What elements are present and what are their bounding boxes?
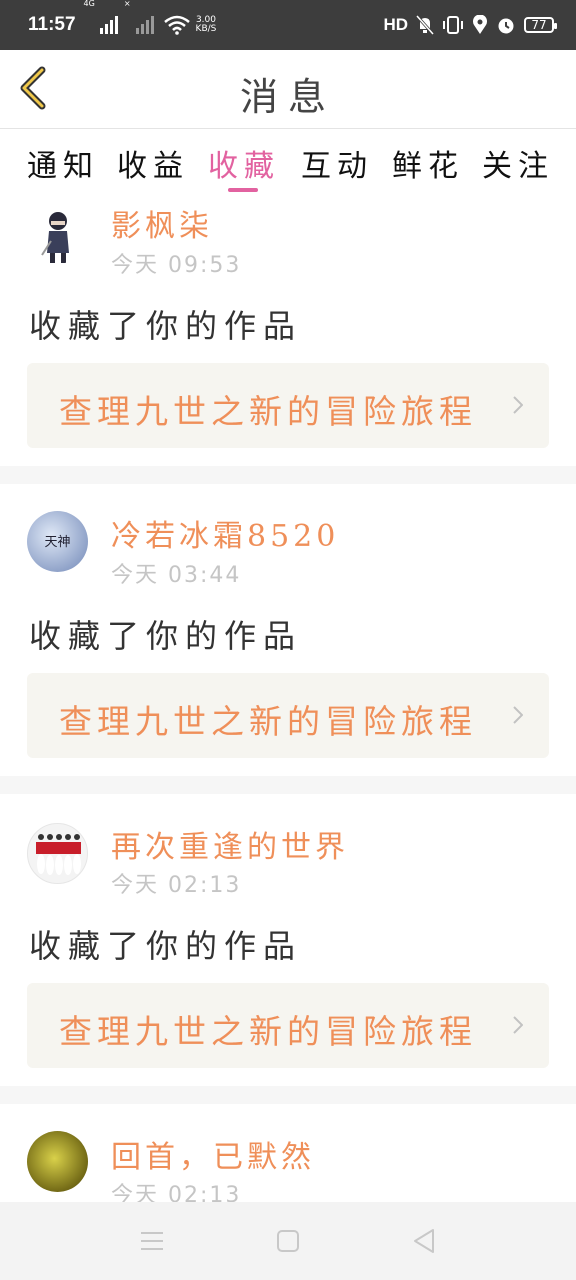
action-text: 收藏了你的作品	[29, 927, 303, 965]
alarm-icon	[498, 18, 514, 34]
hd-label: HD	[383, 15, 408, 34]
status-bar: 11:57 4G × 3.00 KB/S HD 77	[0, 0, 576, 50]
page-title: 消息	[239, 75, 336, 119]
avatar[interactable]: 天神	[27, 511, 88, 572]
app-header: 消息	[0, 50, 576, 129]
timestamp: 今天 03:44	[111, 563, 242, 588]
divider	[0, 1086, 576, 1104]
timestamp: 今天 09:53	[111, 253, 242, 278]
chevron-right-icon	[513, 396, 523, 414]
network-type-label: 4G	[83, 0, 95, 8]
wifi-icon	[163, 15, 190, 35]
work-link[interactable]: 查理九世之新的冒险旅程	[27, 363, 549, 448]
back-triangle-icon[interactable]	[409, 1226, 439, 1256]
action-text: 收藏了你的作品	[29, 307, 303, 345]
network-speed: 3.00 KB/S	[196, 16, 217, 34]
username[interactable]: 影枫柒	[111, 201, 213, 245]
list-item: 天神 冷若冰霜8520 今天 03:44 收藏了你的作品 查理九世之新的冒险旅程	[0, 484, 576, 776]
tab-favorites[interactable]: 收藏	[208, 141, 280, 185]
work-title: 查理九世之新的冒险旅程	[59, 702, 477, 741]
speed-unit: KB/S	[195, 24, 217, 34]
list-item: 再次重逢的世界 今天 02:13 收藏了你的作品 查理九世之新的冒险旅程	[0, 794, 576, 1086]
tab-notifications[interactable]: 通知	[27, 141, 99, 185]
no-data-label: ×	[123, 0, 131, 8]
home-square-icon[interactable]	[273, 1226, 303, 1256]
divider	[0, 776, 576, 794]
avatar-text: 天神	[44, 535, 71, 550]
tab-earnings[interactable]: 收益	[117, 141, 189, 185]
username[interactable]: 回首，已默然	[111, 1132, 315, 1176]
action-text: 收藏了你的作品	[29, 617, 303, 655]
username[interactable]: 冷若冰霜8520	[111, 511, 339, 555]
avatar[interactable]	[27, 203, 88, 264]
mute-bell-icon	[416, 15, 434, 35]
battery-level: 77	[531, 18, 547, 32]
chevron-right-icon	[513, 706, 523, 724]
tab-interactions[interactable]: 互动	[301, 141, 373, 185]
tab-following[interactable]: 关注	[482, 141, 554, 185]
list-item: 影枫柒 今天 09:53 收藏了你的作品 查理九世之新的冒险旅程	[0, 195, 576, 465]
avatar[interactable]	[27, 823, 88, 884]
clock: 11:57	[28, 14, 76, 35]
tab-bar: 通知 收益 收藏 互动 鲜花 关注	[0, 129, 576, 195]
timestamp: 今天 02:13	[111, 873, 242, 898]
battery-icon: 77	[524, 17, 557, 33]
work-link[interactable]: 查理九世之新的冒险旅程	[27, 983, 549, 1068]
username[interactable]: 再次重逢的世界	[111, 822, 349, 866]
active-tab-indicator	[228, 188, 258, 192]
work-link[interactable]: 查理九世之新的冒险旅程	[27, 673, 549, 758]
chevron-right-icon	[513, 1016, 523, 1034]
system-nav-bar	[0, 1202, 576, 1280]
tab-flowers[interactable]: 鲜花	[392, 141, 464, 185]
status-icons: HD 77	[383, 15, 557, 35]
vibrate-icon	[443, 16, 463, 34]
location-icon	[473, 15, 487, 34]
menu-icon[interactable]	[137, 1226, 167, 1256]
cell-signal-icon	[99, 16, 118, 34]
list-item: 回首，已默然 今天 02:13	[0, 1104, 576, 1202]
work-title: 查理九世之新的冒险旅程	[59, 1012, 477, 1051]
timestamp: 今天 02:13	[111, 1183, 242, 1202]
avatar[interactable]	[27, 1131, 88, 1192]
cell-signal-2-icon	[135, 16, 154, 34]
divider	[0, 466, 576, 484]
work-title: 查理九世之新的冒险旅程	[59, 392, 477, 431]
